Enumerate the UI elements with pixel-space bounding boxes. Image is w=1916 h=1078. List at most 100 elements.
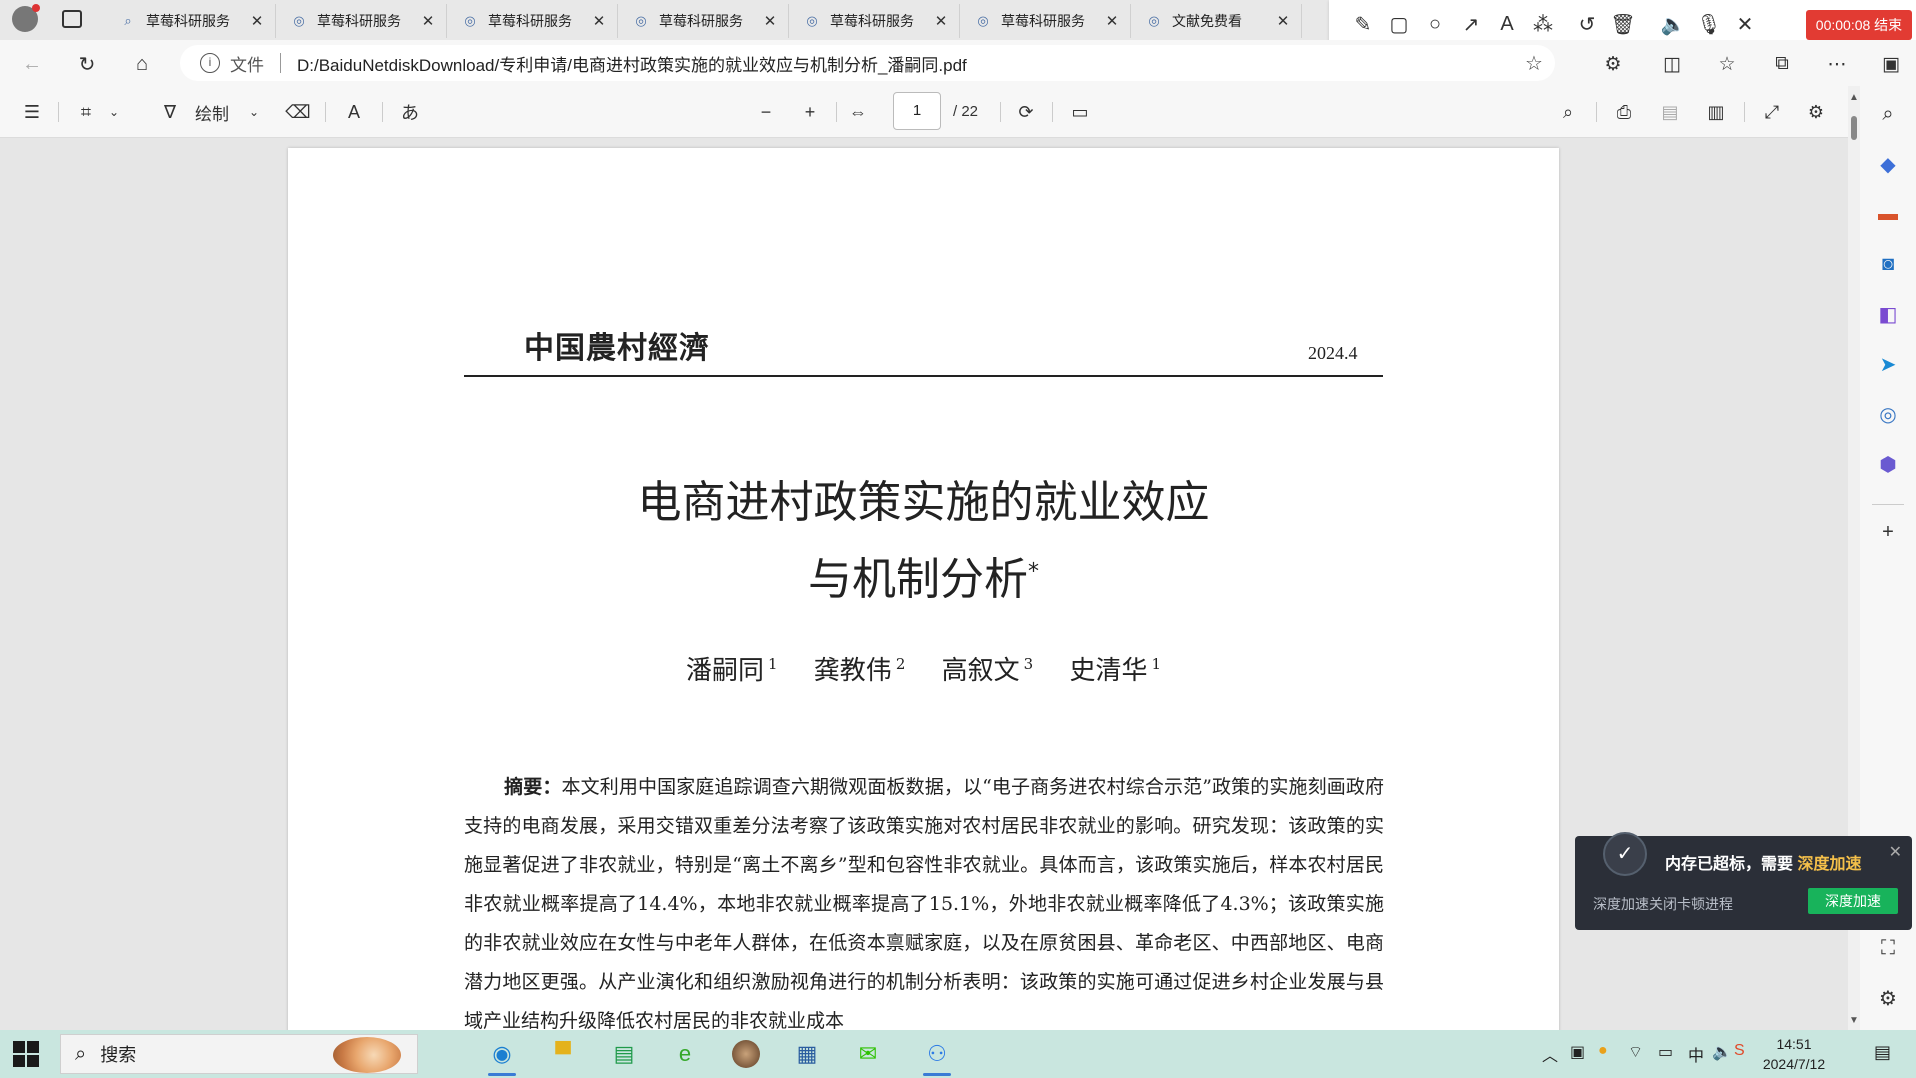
- draw-icon[interactable]: ∇: [154, 96, 186, 128]
- rectangle-icon[interactable]: ▢: [1381, 6, 1417, 42]
- contents-icon[interactable]: ☰: [16, 96, 48, 128]
- info-icon[interactable]: i: [200, 53, 220, 73]
- rotate-icon[interactable]: ⟳: [1010, 96, 1042, 128]
- tab-6[interactable]: ◎ 草莓科研服务 ✕: [965, 4, 1131, 38]
- extensions-icon[interactable]: ⚙: [1597, 48, 1629, 80]
- close-icon[interactable]: ✕: [1275, 12, 1291, 30]
- favorite-star-icon[interactable]: ☆: [1525, 51, 1555, 76]
- zoom-out-icon[interactable]: −: [750, 96, 782, 128]
- search-icon[interactable]: ⌕: [1552, 96, 1584, 128]
- volume-icon[interactable]: 🔈: [1712, 1042, 1732, 1062]
- profile-avatar[interactable]: [12, 4, 40, 32]
- pdf-viewer[interactable]: 中国農村經濟 2024.4 电商进村政策实施的就业效应 与机制分析* 潘嗣同 1 …: [0, 138, 1850, 1030]
- battery-icon[interactable]: ▭: [1658, 1042, 1673, 1062]
- save-as-icon[interactable]: ▥: [1700, 96, 1732, 128]
- toolbox-icon[interactable]: ▬: [1872, 198, 1904, 230]
- tab-actions-icon[interactable]: [62, 10, 82, 28]
- notes-app-icon[interactable]: ▤: [604, 1036, 644, 1072]
- split-screen-icon[interactable]: ◫: [1656, 48, 1688, 80]
- scroll-down-icon[interactable]: ▼: [1849, 1015, 1859, 1026]
- refresh-icon[interactable]: ↻: [71, 48, 103, 80]
- page-view-icon[interactable]: ▭: [1064, 96, 1096, 128]
- cloud-app-icon[interactable]: ⚇: [917, 1036, 957, 1076]
- highlight-icon[interactable]: ⌗: [70, 96, 102, 128]
- close-icon[interactable]: ✕: [933, 12, 949, 30]
- record-stop-button[interactable]: 00:00:08 结束: [1806, 10, 1912, 40]
- grid-app-icon[interactable]: ▦: [787, 1036, 827, 1072]
- close-icon[interactable]: ✕: [1727, 6, 1763, 42]
- read-aloud-icon[interactable]: A: [338, 96, 370, 128]
- notification-center-icon[interactable]: ▤: [1874, 1042, 1891, 1063]
- zoom-in-icon[interactable]: +: [794, 96, 826, 128]
- outlook-icon[interactable]: ◙: [1872, 248, 1904, 280]
- tab-3[interactable]: ◎ 草莓科研服务 ✕: [452, 4, 618, 38]
- page-number-input[interactable]: 1: [893, 92, 941, 130]
- user-app-icon[interactable]: [726, 1036, 766, 1072]
- tray-app-icon[interactable]: ▣: [1570, 1042, 1585, 1062]
- settings-icon[interactable]: ⚙: [1872, 982, 1904, 1014]
- fullscreen-icon[interactable]: ⤢: [1756, 96, 1788, 128]
- designer-icon[interactable]: ◧: [1872, 298, 1904, 330]
- trash-icon[interactable]: 🗑: [1605, 6, 1641, 42]
- edge-browser-icon[interactable]: ◉: [482, 1036, 522, 1076]
- scroll-up-icon[interactable]: ▲: [1849, 92, 1859, 103]
- wifi-icon[interactable]: ⌔: [1628, 1042, 1643, 1062]
- chevron-down-icon[interactable]: ⌄: [244, 96, 264, 128]
- more-icon[interactable]: ⋯: [1821, 48, 1853, 80]
- close-icon[interactable]: ✕: [249, 12, 265, 30]
- ime-indicator[interactable]: 中: [1688, 1042, 1704, 1066]
- file-explorer-icon[interactable]: ▀: [543, 1036, 583, 1072]
- undo-icon[interactable]: ↺: [1569, 6, 1605, 42]
- close-icon[interactable]: ✕: [762, 12, 778, 30]
- tab-2[interactable]: ◎ 草莓科研服务 ✕: [281, 4, 447, 38]
- system-clock[interactable]: 14:51 2024/7/12: [1754, 1034, 1834, 1074]
- arrow-icon[interactable]: ↗: [1453, 6, 1489, 42]
- eraser-icon[interactable]: ⌫: [282, 96, 314, 128]
- back-icon[interactable]: ←: [16, 48, 48, 80]
- favorites-icon[interactable]: ☆: [1711, 48, 1743, 80]
- draw-label[interactable]: 绘制: [192, 96, 232, 128]
- address-bar[interactable]: i 文件 D:/BaiduNetdiskDownload/专利申请/电商进村政策…: [180, 45, 1555, 81]
- close-icon[interactable]: ✕: [420, 12, 436, 30]
- tab-7[interactable]: ◎ 文献免费看 ✕: [1136, 4, 1302, 38]
- tab-5[interactable]: ◎ 草莓科研服务 ✕: [794, 4, 960, 38]
- sogou-icon[interactable]: S: [1734, 1042, 1745, 1060]
- tag-icon[interactable]: ◆: [1872, 148, 1904, 180]
- tab-1[interactable]: ⌕ 草莓科研服务 ✕: [110, 4, 276, 38]
- accelerate-button[interactable]: 深度加速: [1808, 888, 1898, 914]
- print-icon[interactable]: ⎙: [1608, 96, 1640, 128]
- wechat-icon[interactable]: ✉: [848, 1036, 888, 1072]
- taskbar-search[interactable]: ⌕ 搜索: [60, 1034, 418, 1074]
- collections-icon[interactable]: ⧉: [1766, 48, 1798, 80]
- scroll-thumb[interactable]: [1851, 116, 1857, 140]
- save-icon[interactable]: ▤: [1654, 96, 1686, 128]
- pencil-icon[interactable]: ✎: [1345, 6, 1381, 42]
- close-icon[interactable]: ✕: [591, 12, 607, 30]
- text-icon[interactable]: A: [1489, 6, 1525, 42]
- settings-icon[interactable]: ⚙: [1800, 96, 1832, 128]
- fit-width-icon[interactable]: ⇔: [842, 96, 874, 128]
- accelerate-link[interactable]: 深度加速: [1797, 856, 1861, 873]
- tab-4[interactable]: ◎ 草莓科研服务 ✕: [623, 4, 789, 38]
- add-icon[interactable]: +: [1872, 516, 1904, 548]
- microphone-icon[interactable]: 🎙: [1691, 6, 1727, 42]
- speaker-icon[interactable]: 🔈: [1655, 6, 1691, 42]
- circle-icon[interactable]: ○: [1417, 6, 1453, 42]
- sidebar-toggle-icon[interactable]: ▣: [1875, 48, 1907, 80]
- chevron-up-icon[interactable]: ︿: [1542, 1042, 1558, 1066]
- copilot-icon[interactable]: ⬢: [1872, 448, 1904, 480]
- ie-browser-icon[interactable]: e: [665, 1036, 705, 1072]
- magic-wand-icon[interactable]: ⁂: [1525, 6, 1561, 42]
- close-icon[interactable]: ✕: [1889, 842, 1902, 862]
- send-icon[interactable]: ➤: [1872, 348, 1904, 380]
- home-icon[interactable]: ⌂: [126, 48, 158, 80]
- qq-icon[interactable]: ●: [1598, 1042, 1608, 1060]
- close-icon[interactable]: ✕: [1104, 12, 1120, 30]
- screenshot-icon[interactable]: ⛶: [1872, 932, 1904, 964]
- chevron-down-icon[interactable]: ⌄: [104, 96, 124, 128]
- windows-start-icon[interactable]: [12, 1040, 40, 1068]
- search-icon[interactable]: ⌕: [1872, 98, 1904, 130]
- translate-icon[interactable]: あ: [394, 96, 426, 128]
- games-icon[interactable]: ◎: [1872, 398, 1904, 430]
- url-text[interactable]: D:/BaiduNetdiskDownload/专利申请/电商进村政策实施的就业…: [297, 51, 1525, 76]
